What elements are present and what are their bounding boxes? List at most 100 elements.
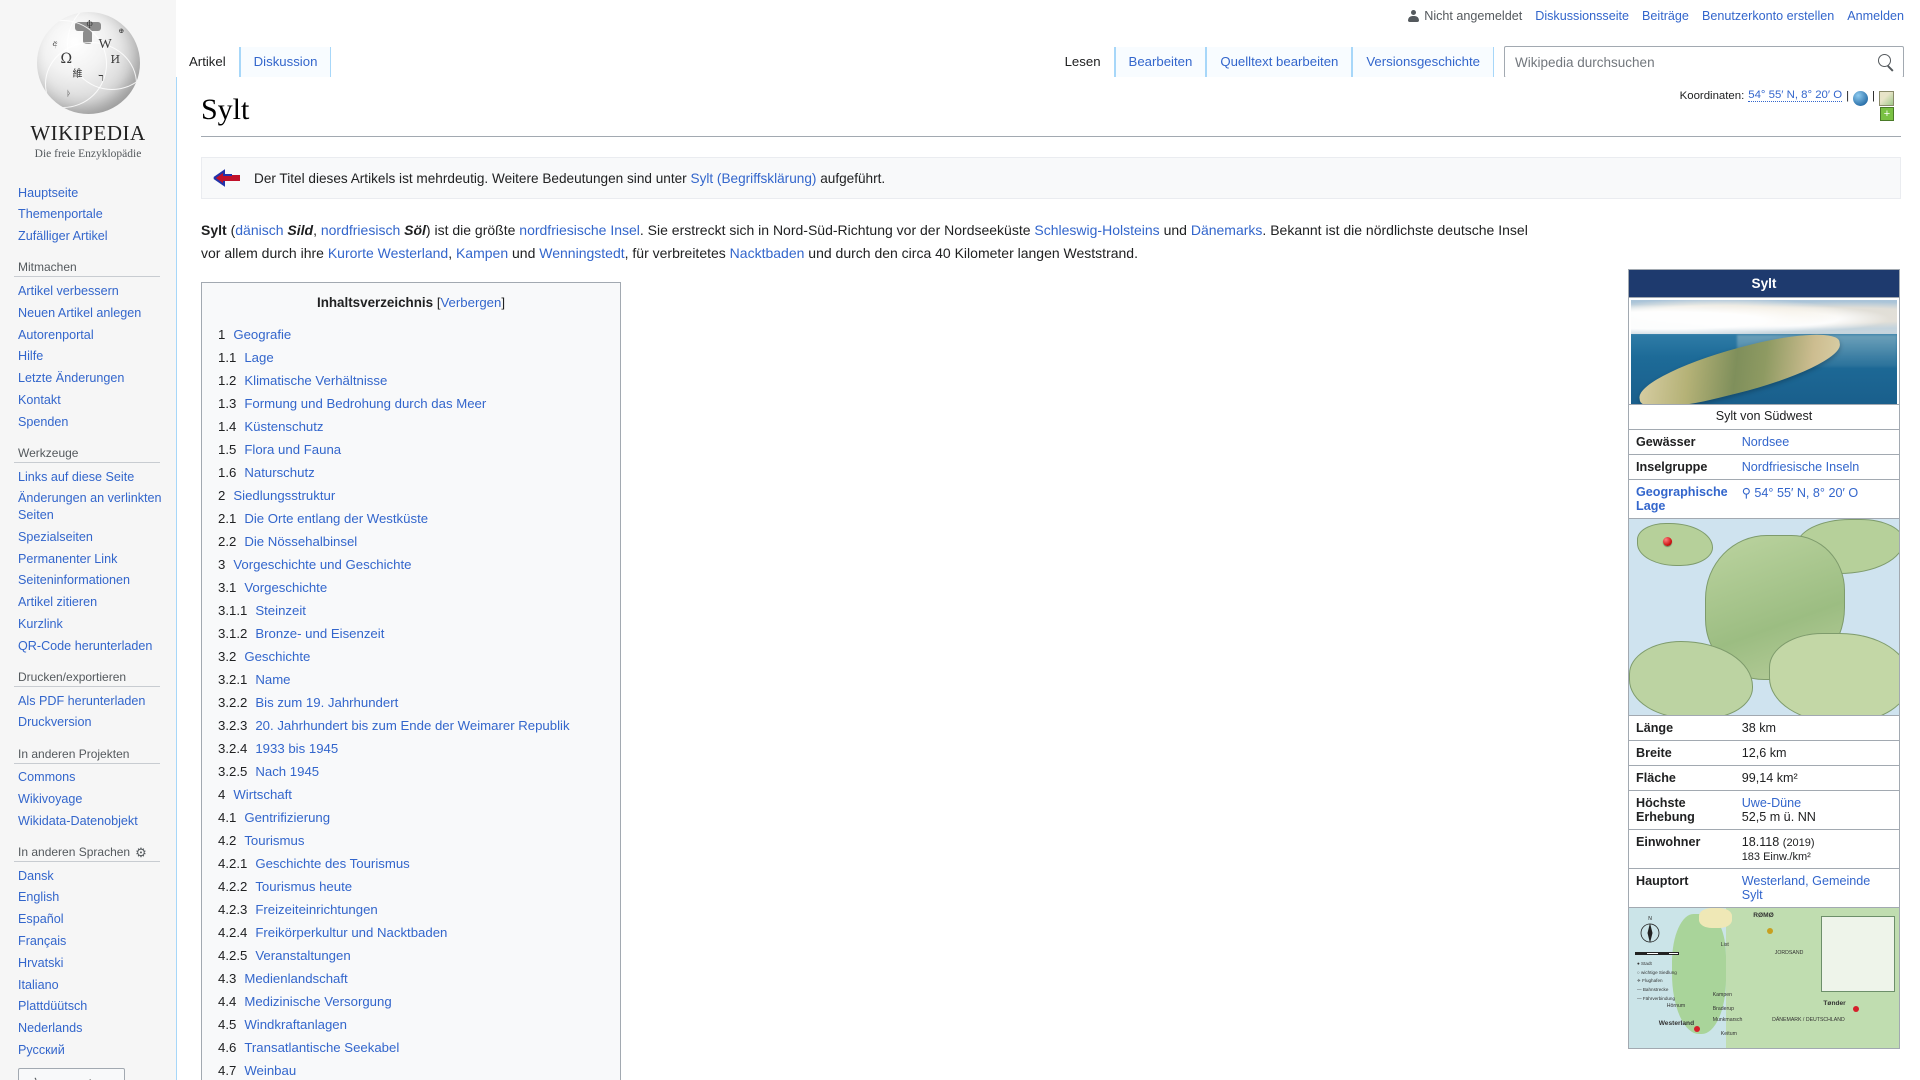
search-input[interactable] bbox=[1504, 46, 1904, 78]
sidebar-link-links-auf-diese-seite[interactable]: Links auf diese Seite bbox=[18, 470, 134, 484]
add-map-icon[interactable]: + bbox=[1880, 107, 1894, 121]
sidebar-link-zuf-lliger-artikel[interactable]: Zufälliger Artikel bbox=[18, 229, 108, 243]
personal-link-talk[interactable]: Diskussionsseite bbox=[1535, 9, 1629, 23]
language-link-fran-ais[interactable]: Français bbox=[18, 934, 66, 948]
more-languages-button[interactable]: 文A 51 weitere bbox=[18, 1068, 126, 1080]
toc-link-1-6[interactable]: Naturschutz bbox=[244, 465, 314, 480]
toc-link-4-2[interactable]: Tourismus bbox=[244, 833, 304, 848]
toc-link-2-1[interactable]: Die Orte entlang der Westküste bbox=[244, 511, 428, 526]
language-link--[interactable]: Русский bbox=[18, 1043, 65, 1057]
toc-link-4-4[interactable]: Medizinische Versorgung bbox=[244, 994, 391, 1009]
toc-link-4-2-5[interactable]: Veranstaltungen bbox=[255, 948, 350, 963]
sidebar-link-commons[interactable]: Commons bbox=[18, 770, 75, 784]
tab-versionsgeschichte[interactable]: Versionsgeschichte bbox=[1352, 47, 1494, 77]
link-daenemarks[interactable]: Dänemarks bbox=[1191, 222, 1263, 238]
hatnote-link[interactable]: Sylt (Begriffsklärung) bbox=[691, 171, 817, 186]
tab-lesen[interactable]: Lesen bbox=[1051, 47, 1115, 77]
sidebar-link-wikidata-datenobjekt[interactable]: Wikidata-Datenobjekt bbox=[18, 814, 138, 828]
toc-link-3-2-2[interactable]: Bis zum 19. Jahrhundert bbox=[255, 695, 398, 710]
sidebar-link-kontakt[interactable]: Kontakt bbox=[18, 393, 61, 407]
language-link-italiano[interactable]: Italiano bbox=[18, 978, 59, 992]
link-uwe-duene[interactable]: Uwe-Düne bbox=[1742, 796, 1802, 810]
toc-link-4-6[interactable]: Transatlantische Seekabel bbox=[244, 1040, 399, 1055]
toc-link-1[interactable]: Geografie bbox=[233, 327, 291, 342]
link-schleswig-holsteins[interactable]: Schleswig-Holsteins bbox=[1034, 222, 1159, 238]
toc-link-4-2-3[interactable]: Freizeiteinrichtungen bbox=[255, 902, 377, 917]
sidebar-link-seiteninformationen[interactable]: Seiteninformationen bbox=[18, 573, 130, 587]
sidebar-link-spenden[interactable]: Spenden bbox=[18, 415, 68, 429]
link-nacktbaden[interactable]: Nacktbaden bbox=[730, 245, 805, 261]
schleswig-holstein-relief-map[interactable] bbox=[1629, 519, 1899, 715]
toc-link-3-2-1[interactable]: Name bbox=[255, 672, 290, 687]
toc-link-3-2[interactable]: Geschichte bbox=[244, 649, 310, 664]
link-kurorte-westerland[interactable]: Kurorte Westerland bbox=[328, 245, 448, 261]
coordinates-value[interactable]: 54° 55′ N, 8° 20′ O bbox=[1748, 89, 1843, 102]
language-link-plattd-tsch[interactable]: Plattdüütsch bbox=[18, 999, 87, 1013]
language-link-hrvatski[interactable]: Hrvatski bbox=[18, 956, 63, 970]
toc-link-4-2-1[interactable]: Geschichte des Tourismus bbox=[255, 856, 409, 871]
toc-link-4-2-4[interactable]: Freikörperkultur und Nacktbaden bbox=[255, 925, 447, 940]
search-icon[interactable] bbox=[1876, 52, 1896, 72]
toc-link-4-1[interactable]: Gentrifizierung bbox=[244, 810, 330, 825]
toc-toggle-link[interactable]: Verbergen bbox=[440, 295, 501, 310]
sidebar-link-wikivoyage[interactable]: Wikivoyage bbox=[18, 792, 82, 806]
sidebar-link-artikel-verbessern[interactable]: Artikel verbessern bbox=[18, 284, 119, 298]
link-westerland-gemeinde-sylt[interactable]: Westerland, Gemeinde Sylt bbox=[1742, 874, 1871, 902]
toc-link-3-1[interactable]: Vorgeschichte bbox=[244, 580, 327, 595]
toc-link-2[interactable]: Siedlungsstruktur bbox=[233, 488, 335, 503]
sidebar-link-permanenter-link[interactable]: Permanenter Link bbox=[18, 552, 117, 566]
link-nordfriesisch[interactable]: nordfriesisch bbox=[321, 222, 400, 238]
toc-link-1-3[interactable]: Formung und Bedrohung durch das Meer bbox=[244, 396, 486, 411]
language-link-espa-ol[interactable]: Español bbox=[18, 912, 64, 926]
sidebar-link-artikel-zitieren[interactable]: Artikel zitieren bbox=[18, 595, 97, 609]
toc-link-4-5[interactable]: Windkraftanlagen bbox=[244, 1017, 347, 1032]
toc-link-2-2[interactable]: Die Nössehalbinsel bbox=[244, 534, 357, 549]
toc-link-4[interactable]: Wirtschaft bbox=[233, 787, 292, 802]
toc-link-3-2-4[interactable]: 1933 bis 1945 bbox=[255, 741, 338, 756]
toc-link-4-7[interactable]: Weinbau bbox=[244, 1063, 296, 1078]
sidebar-link-qr-code-herunterladen[interactable]: QR-Code herunterladen bbox=[18, 639, 152, 653]
sidebar-link-autorenportal[interactable]: Autorenportal bbox=[18, 328, 94, 342]
tab-diskussion[interactable]: Diskussion bbox=[239, 47, 332, 77]
toc-link-1-2[interactable]: Klimatische Verhältnisse bbox=[244, 373, 387, 388]
toc-link-1-4[interactable]: Küstenschutz bbox=[244, 419, 323, 434]
tab-quelltext-bearbeiten[interactable]: Quelltext bearbeiten bbox=[1206, 47, 1353, 77]
sidebar-link-hauptseite[interactable]: Hauptseite bbox=[18, 186, 78, 200]
toc-link-3-2-3[interactable]: 20. Jahrhundert bis zum Ende der Weimare… bbox=[255, 718, 569, 733]
sidebar-link-druckversion[interactable]: Druckversion bbox=[18, 715, 91, 729]
link-nordfriesische-inseln[interactable]: Nordfriesische Inseln bbox=[1742, 460, 1860, 474]
gear-icon[interactable] bbox=[135, 846, 147, 858]
wikipedia-logo-link[interactable]: Ω W И 維 ר අ ф ⊕ ᚦ WIKIPEDIA Die freie En… bbox=[0, 0, 176, 160]
toc-link-4-2-2[interactable]: Tourismus heute bbox=[255, 879, 352, 894]
language-link-dansk[interactable]: Dansk bbox=[18, 869, 54, 883]
toc-link-3-2-5[interactable]: Nach 1945 bbox=[255, 764, 319, 779]
tab-bearbeiten[interactable]: Bearbeiten bbox=[1114, 47, 1207, 77]
tab-artikel[interactable]: Artikel bbox=[176, 47, 240, 77]
map-icon[interactable] bbox=[1879, 91, 1894, 106]
link-daenisch[interactable]: dänisch bbox=[235, 222, 283, 238]
link-nordfriesische-insel[interactable]: nordfriesische Insel bbox=[519, 222, 640, 238]
toc-link-4-3[interactable]: Medienlandschaft bbox=[244, 971, 347, 986]
toc-link-1-1[interactable]: Lage bbox=[244, 350, 273, 365]
link-wenningstedt[interactable]: Wenningstedt bbox=[539, 245, 624, 261]
sidebar-link-als-pdf-herunterladen[interactable]: Als PDF herunterladen bbox=[18, 694, 145, 708]
toc-link-3[interactable]: Vorgeschichte und Geschichte bbox=[233, 557, 411, 572]
sidebar-link-hilfe[interactable]: Hilfe bbox=[18, 349, 43, 363]
link-kampen[interactable]: Kampen bbox=[456, 245, 508, 261]
link-nordsee[interactable]: Nordsee bbox=[1742, 435, 1790, 449]
sidebar-link-spezialseiten[interactable]: Spezialseiten bbox=[18, 530, 93, 544]
infobox-coordinates-link[interactable]: 54° 55′ N, 8° 20′ O bbox=[1754, 486, 1858, 500]
sidebar-link-themenportale[interactable]: Themenportale bbox=[18, 207, 103, 221]
sidebar-link-kurzlink[interactable]: Kurzlink bbox=[18, 617, 63, 631]
personal-link-contributions[interactable]: Beiträge bbox=[1642, 9, 1689, 23]
personal-link-create-account[interactable]: Benutzerkonto erstellen bbox=[1702, 9, 1834, 23]
link-geographische-lage[interactable]: Geographische Lage bbox=[1636, 485, 1728, 513]
toc-link-3-1-1[interactable]: Steinzeit bbox=[255, 603, 306, 618]
sidebar-link-letzte-änderungen[interactable]: Letzte Änderungen bbox=[18, 371, 124, 385]
sidebar-link-neuen-artikel-anlegen[interactable]: Neuen Artikel anlegen bbox=[18, 306, 141, 320]
sidebar-link-änderungen-an-verlinkten-seiten[interactable]: Änderungen an verlinkten Seiten bbox=[18, 491, 162, 522]
sylt-detail-map[interactable]: N ● Stadt ○ wichtige Siedlung ✈ Flughafen —… bbox=[1629, 908, 1899, 1048]
toc-link-1-5[interactable]: Flora und Fauna bbox=[244, 442, 341, 457]
globe-icon[interactable] bbox=[1853, 91, 1869, 106]
language-link-nederlands[interactable]: Nederlands bbox=[18, 1021, 82, 1035]
